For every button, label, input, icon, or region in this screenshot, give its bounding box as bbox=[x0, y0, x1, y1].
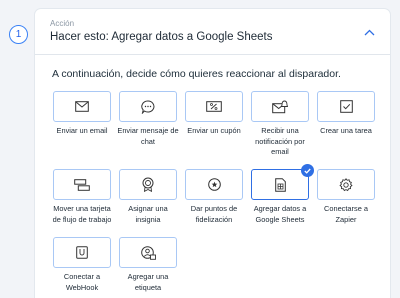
action-card-zapier[interactable]: Conectarse a Zapier bbox=[317, 169, 375, 231]
action-card-label: Recibir una notificación por email bbox=[255, 126, 305, 156]
badge-icon bbox=[142, 177, 154, 192]
action-card-label: Mover una tarjeta de flujo de trabajo bbox=[52, 204, 112, 224]
collapse-button[interactable] bbox=[362, 25, 376, 39]
action-card-button[interactable] bbox=[119, 169, 177, 200]
action-panel: Acción Hacer esto: Agregar datos a Googl… bbox=[35, 9, 390, 298]
bell-envelope-icon bbox=[272, 100, 288, 113]
action-card-label: Enviar un email bbox=[56, 126, 108, 135]
action-card-label: Agregar una etiqueta bbox=[127, 272, 169, 292]
action-card-label: Conectarse a Zapier bbox=[324, 204, 368, 224]
action-card-button[interactable] bbox=[251, 164, 314, 200]
action-card-label: Enviar mensaje de chat bbox=[117, 126, 179, 146]
action-card-label: Asignar una insignia bbox=[128, 204, 168, 224]
action-card-button[interactable] bbox=[317, 91, 375, 122]
action-card-button[interactable] bbox=[185, 91, 243, 122]
chevron-up-icon bbox=[364, 29, 374, 35]
header-label: Acción bbox=[50, 19, 75, 28]
action-card-label: Dar puntos de fidelización bbox=[190, 204, 238, 224]
action-card-badge[interactable]: Asignar una insignia bbox=[119, 169, 177, 231]
action-card-tag[interactable]: Agregar una etiqueta bbox=[119, 237, 177, 293]
action-card-label: Crear una tarea bbox=[320, 126, 372, 135]
action-card-button[interactable] bbox=[251, 91, 309, 122]
action-grid: Enviar un email Enviar mensaje de chat E… bbox=[53, 91, 375, 293]
gear-icon bbox=[339, 177, 353, 191]
chat-bubble-icon bbox=[141, 99, 155, 114]
sheets-icon bbox=[274, 177, 286, 192]
action-card-button[interactable] bbox=[53, 237, 111, 268]
coupon-icon bbox=[206, 101, 222, 112]
action-card-email-notification[interactable]: Recibir una notificación por email bbox=[251, 91, 309, 163]
envelope-icon bbox=[75, 101, 89, 112]
action-card-coupon[interactable]: Enviar un cupón bbox=[185, 91, 243, 163]
header-title: Hacer esto: Agregar datos a Google Sheet… bbox=[50, 31, 273, 43]
step-number-badge: 1 bbox=[9, 25, 28, 44]
action-card-label: Conectar a WebHook bbox=[63, 272, 101, 292]
action-card-task[interactable]: Crear una tarea bbox=[317, 91, 375, 163]
loyalty-points-icon bbox=[207, 178, 221, 191]
action-card-label: Enviar un cupón bbox=[187, 126, 241, 135]
selected-check-icon bbox=[301, 164, 314, 177]
action-card-button[interactable] bbox=[53, 169, 111, 200]
checkbox-icon bbox=[339, 100, 353, 113]
contact-tag-icon bbox=[140, 245, 156, 260]
action-card-button[interactable] bbox=[119, 91, 177, 122]
action-card-button[interactable] bbox=[119, 237, 177, 268]
action-card-loyalty[interactable]: Dar puntos de fidelización bbox=[185, 169, 243, 231]
action-card-google-sheets[interactable]: Agregar datos a Google Sheets bbox=[251, 164, 314, 231]
instruction-text: A continuación, decide cómo quieres reac… bbox=[52, 68, 341, 80]
action-card-button[interactable] bbox=[317, 169, 375, 200]
panel-header[interactable]: Acción Hacer esto: Agregar datos a Googl… bbox=[35, 9, 390, 55]
action-card-button[interactable] bbox=[53, 91, 111, 122]
action-card-webhook[interactable]: Conectar a WebHook bbox=[53, 237, 111, 293]
webhook-icon bbox=[76, 246, 88, 259]
workflow-card-icon bbox=[74, 178, 90, 191]
action-card-workflow[interactable]: Mover una tarjeta de flujo de trabajo bbox=[53, 169, 111, 231]
action-card-chat[interactable]: Enviar mensaje de chat bbox=[117, 91, 179, 163]
action-card-label: Agregar datos a Google Sheets bbox=[253, 204, 307, 224]
action-card-button[interactable] bbox=[185, 169, 243, 200]
action-card-email[interactable]: Enviar un email bbox=[53, 91, 111, 163]
